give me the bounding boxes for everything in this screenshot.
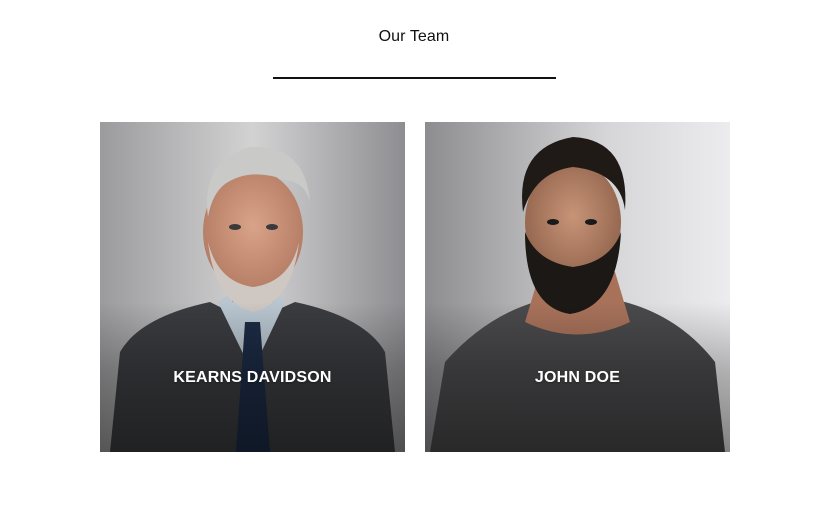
team-member-card[interactable]: KEARNS DAVIDSON — [100, 122, 405, 452]
team-member-card[interactable]: JOHN DOE — [425, 122, 730, 452]
section-title: Our Team — [378, 28, 450, 45]
team-section: Our Team KEARNS DAVIDSON JOHN DOE — [0, 0, 822, 527]
member-name: JOHN DOE — [534, 369, 621, 386]
title-divider — [273, 77, 556, 79]
member-name: KEARNS DAVIDSON — [173, 369, 332, 386]
